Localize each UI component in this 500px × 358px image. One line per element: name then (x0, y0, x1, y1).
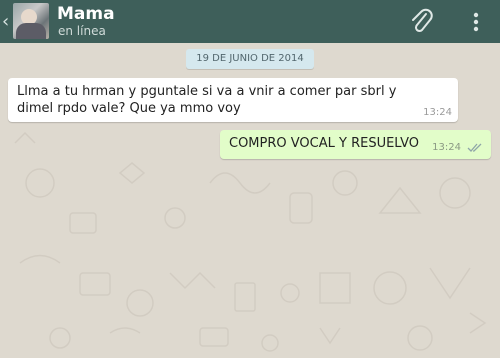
contact-status: en línea (58, 24, 106, 38)
back-chevron-icon[interactable]: ‹ (2, 11, 9, 32)
chat-header: ‹ Mama en línea (0, 0, 500, 43)
incoming-message[interactable]: Llma a tu hrman y pguntale si va a vnir … (8, 78, 458, 122)
date-separator: 19 DE JUNIO DE 2014 (186, 49, 314, 69)
chat-area[interactable]: 19 DE JUNIO DE 2014 Llma a tu hrman y pg… (0, 43, 500, 358)
message-time: 13:24 (432, 142, 461, 153)
message-text: Llma a tu hrman y pguntale si va a vnir … (17, 84, 397, 116)
paperclip-icon[interactable] (408, 8, 436, 36)
overflow-menu-icon[interactable] (462, 8, 490, 36)
contact-name[interactable]: Mama (57, 4, 115, 24)
double-check-icon (467, 143, 482, 152)
avatar[interactable] (13, 3, 49, 39)
message-text: COMPRO VOCAL Y RESUELVO (229, 136, 420, 151)
message-time: 13:24 (423, 107, 452, 118)
avatar-body (16, 23, 46, 39)
outgoing-message[interactable]: COMPRO VOCAL Y RESUELVO 13:24 (220, 130, 491, 159)
